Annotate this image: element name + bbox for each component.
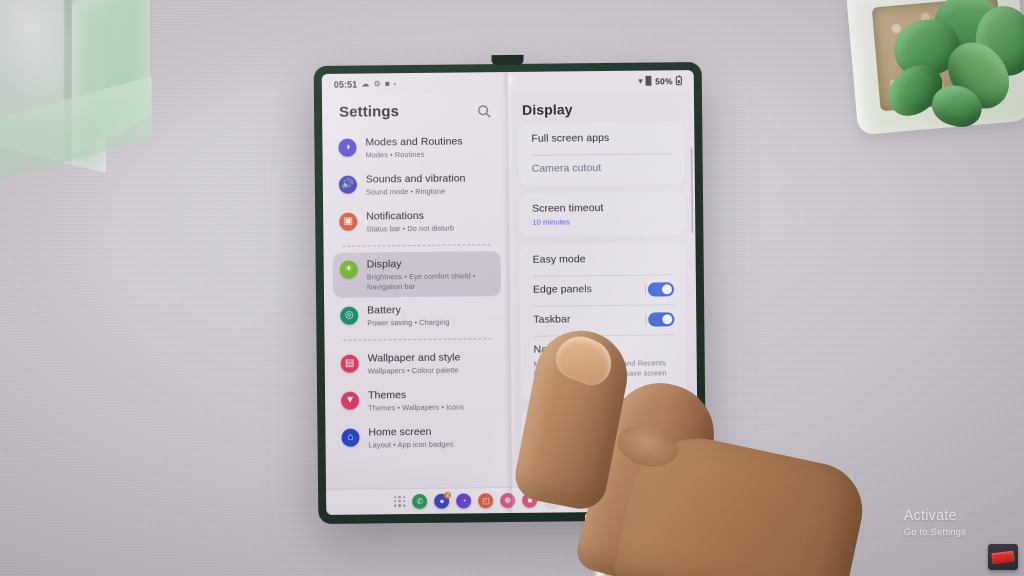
recording-indicator-icon <box>988 544 1018 570</box>
desk-scene: 05:51 ☁ ⚙ ■ ▾ ▉ 50% <box>0 0 1024 576</box>
user-hand <box>511 322 872 576</box>
scene-vignette <box>0 0 1024 576</box>
recording-indicator-bar <box>991 550 1015 564</box>
fingernail <box>550 329 619 391</box>
